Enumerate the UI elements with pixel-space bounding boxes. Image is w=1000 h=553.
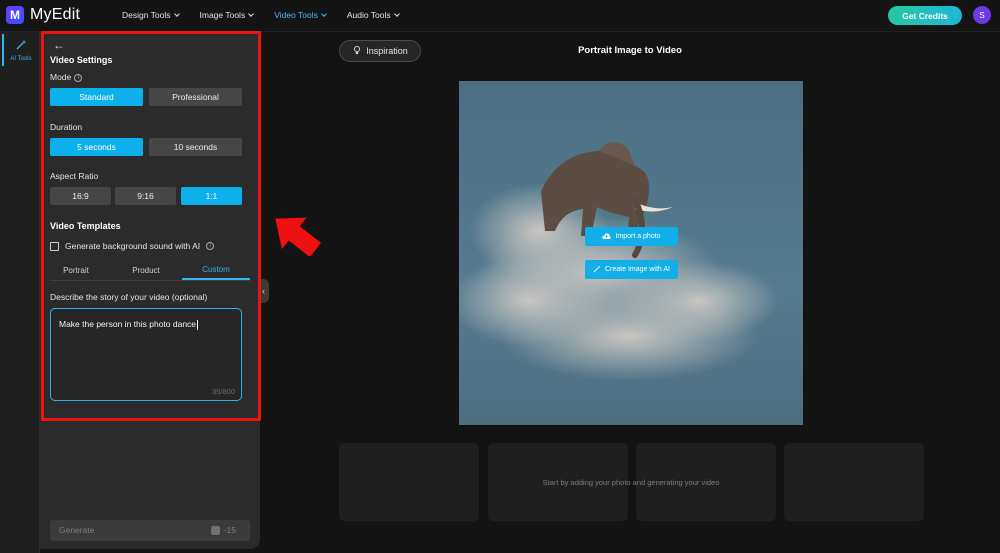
- nav-label: Audio Tools: [346, 10, 391, 20]
- top-bar: M MyEdit Design Tools Image Tools Video …: [0, 0, 1000, 32]
- mode-label: Mode i: [50, 72, 83, 82]
- mode-label-text: Mode: [50, 72, 72, 82]
- empty-state-hint: Start by adding your photo and generatin…: [542, 478, 720, 487]
- credit-cost: -15: [210, 525, 236, 535]
- mode-standard-button[interactable]: Standard: [50, 88, 143, 106]
- info-icon[interactable]: i: [206, 242, 215, 250]
- story-label: Describe the story of your video (option…: [50, 292, 208, 302]
- character-count: 35/800: [212, 387, 235, 396]
- inspiration-button[interactable]: Inspiration: [339, 40, 421, 62]
- result-slot: [339, 443, 479, 521]
- nav-label: Design Tools: [122, 10, 171, 20]
- page-title: Portrait Image to Video: [578, 45, 682, 56]
- video-settings-heading: Video Settings: [50, 55, 113, 65]
- sample-image: [459, 81, 803, 425]
- rail-label: AI Tools: [10, 55, 32, 62]
- app-name: MyEdit: [30, 6, 81, 23]
- info-icon[interactable]: i: [74, 73, 83, 82]
- video-templates-heading: Video Templates: [50, 221, 121, 231]
- chevron-down-icon: [393, 10, 400, 17]
- credit-icon: [210, 525, 220, 535]
- aspect-16-9-button[interactable]: 16:9: [50, 187, 111, 205]
- credit-cost-value: -15: [223, 525, 236, 535]
- tab-product[interactable]: Product: [116, 261, 176, 280]
- main-nav: Design Tools Image Tools Video Tools Aud…: [122, 10, 400, 20]
- get-credits-button[interactable]: Get Credits: [888, 6, 962, 25]
- nav-audio-tools[interactable]: Audio Tools: [346, 10, 400, 20]
- chevron-down-icon: [321, 10, 327, 17]
- nav-video-tools[interactable]: Video Tools: [274, 10, 327, 20]
- import-photo-button[interactable]: Import a photo: [585, 227, 678, 246]
- nav-label: Video Tools: [274, 10, 318, 20]
- annotation-arrow-icon: [275, 217, 322, 256]
- nav-label: Image Tools: [199, 10, 246, 20]
- chevron-left-icon: ‹: [262, 286, 265, 296]
- aspect-1-1-button[interactable]: 1:1: [181, 187, 242, 205]
- logo-icon: M: [6, 6, 24, 24]
- create-image-ai-button[interactable]: Create Image with AI: [585, 260, 678, 279]
- chevron-down-icon: [173, 10, 180, 17]
- story-value: Make the person in this photo dance: [59, 319, 197, 329]
- collapse-panel-button[interactable]: ‹: [258, 279, 269, 303]
- text-caret: [197, 319, 199, 330]
- bg-sound-checkbox-row[interactable]: Generate background sound with AI i: [50, 241, 215, 251]
- lightbulb-icon: [352, 45, 362, 57]
- nav-design-tools[interactable]: Design Tools: [122, 10, 180, 20]
- cloud-upload-icon: [602, 232, 612, 242]
- template-tabs: Portrait Product Custom: [50, 261, 250, 281]
- story-text: Make the person in this photo dance: [59, 319, 199, 330]
- back-arrow-icon[interactable]: ←: [53, 38, 65, 52]
- avatar[interactable]: S: [973, 6, 991, 24]
- aspect-ratio-label: Aspect Ratio: [50, 171, 99, 181]
- story-textarea[interactable]: Make the person in this photo dance 35/8…: [50, 308, 242, 401]
- generate-button[interactable]: Generate -15: [50, 520, 250, 541]
- inspiration-label: Inspiration: [366, 46, 408, 56]
- create-image-ai-label: Create Image with AI: [605, 266, 670, 273]
- nav-image-tools[interactable]: Image Tools: [199, 10, 255, 20]
- logo[interactable]: M MyEdit: [6, 6, 80, 24]
- magic-wand-icon: [15, 39, 27, 54]
- duration-10s-button[interactable]: 10 seconds: [149, 138, 242, 156]
- bg-sound-checkbox[interactable]: [50, 241, 59, 251]
- tab-portrait[interactable]: Portrait: [50, 261, 102, 280]
- generate-label: Generate: [59, 525, 95, 535]
- settings-panel: [40, 32, 260, 549]
- duration-5s-button[interactable]: 5 seconds: [50, 138, 143, 156]
- result-slot: [784, 443, 924, 521]
- duration-label: Duration: [50, 122, 83, 132]
- import-photo-label: Import a photo: [615, 233, 661, 240]
- tab-custom[interactable]: Custom: [182, 261, 250, 280]
- aspect-9-16-button[interactable]: 9:16: [115, 187, 176, 205]
- bg-sound-label: Generate background sound with AI: [65, 241, 201, 251]
- rail-item-ai-tools[interactable]: AI Tools: [2, 34, 38, 66]
- tool-rail: AI Tools: [0, 32, 40, 553]
- magic-wand-icon: [593, 265, 601, 275]
- chevron-down-icon: [248, 10, 255, 17]
- mode-professional-button[interactable]: Professional: [149, 88, 242, 106]
